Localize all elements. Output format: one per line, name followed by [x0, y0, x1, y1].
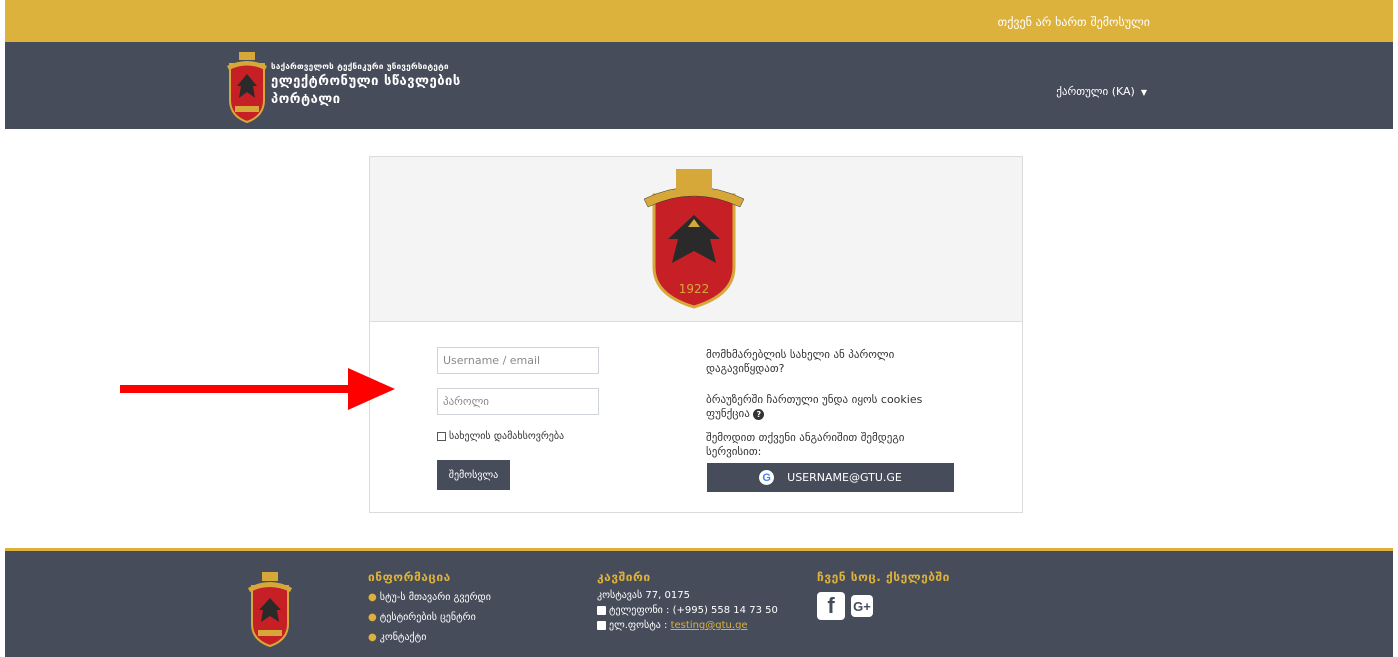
gtu-logo-icon[interactable] [227, 50, 267, 124]
remember-label: სახელის დამახსოვრება [449, 431, 565, 442]
footer-link-gtu-home[interactable]: ● სტუ-ს მთავარი გვერდი [368, 588, 491, 608]
language-selector[interactable]: ქართული (KA) ▼ [1056, 85, 1147, 98]
site-header: საქართველოს ტექნიკური უნივერსიტეტი ელექტ… [5, 42, 1393, 129]
red-arrow-icon [120, 368, 395, 410]
portal-title-line2: პორტალი [271, 92, 341, 107]
login-status: თქვენ არ ხართ შემოსული [997, 15, 1150, 29]
footer-phone-text: ტელეფონი : (+995) 558 14 73 50 [609, 605, 778, 616]
bullet-icon: ● [368, 612, 377, 623]
footer-social-title: ჩვენ სოც. ქსელებში [817, 570, 950, 584]
google-icon: G [759, 470, 775, 485]
footer-info-column: ინფორმაცია ● სტუ-ს მთავარი გვერდი ● ტესტირ… [368, 570, 491, 648]
question-icon[interactable]: ? [753, 408, 765, 420]
footer-link-testing-center[interactable]: ● ტესტირების ცენტრი [368, 608, 491, 628]
footer-email: ელ.ფოსტა : testing@gtu.ge [597, 618, 778, 633]
bullet-icon: ● [368, 592, 377, 603]
cookies-text: ბრაუზერში ჩართული უნდა იყოს cookies ფუნქ… [706, 393, 923, 420]
footer-link-contact[interactable]: ● კონტაქტი [368, 628, 491, 648]
footer-email-link[interactable]: testing@gtu.ge [671, 620, 748, 631]
footer-link-label: სტუ-ს მთავარი გვერდი [379, 592, 491, 603]
facebook-icon[interactable]: f [817, 592, 845, 620]
site-footer: ინფორმაცია ● სტუ-ს მთავარი გვერდი ● ტესტირ… [5, 548, 1393, 657]
language-label: ქართული (KA) [1056, 85, 1135, 98]
username-input[interactable] [437, 347, 599, 374]
footer-link-label: კონტაქტი [379, 632, 427, 643]
footer-contact-title: კავშირი [597, 570, 651, 584]
social-links: f G+ [817, 592, 950, 620]
google-plus-icon[interactable]: G+ [851, 595, 873, 617]
oauth-button-label: USERNAME@GTU.GE [787, 471, 902, 484]
remember-checkbox[interactable] [437, 432, 446, 441]
password-input[interactable] [437, 388, 599, 415]
login-button[interactable]: შემოსვლა [437, 460, 510, 490]
footer-contact-column: კავშირი კოსტავას 77, 0175 ტელეფონი : (+9… [597, 570, 778, 633]
caret-down-icon: ▼ [1140, 88, 1147, 97]
footer-email-label: ელ.ფოსტა : [609, 620, 668, 631]
university-name: საქართველოს ტექნიკური უნივერსიტეტი [271, 62, 449, 71]
bullet-icon: ● [368, 632, 377, 643]
gtu-emblem-icon: 1922 [644, 169, 744, 309]
footer-link-label: ტესტირების ცენტრი [379, 612, 476, 623]
envelope-icon [597, 620, 606, 630]
footer-logo-icon [248, 572, 292, 648]
remember-username[interactable]: სახელის დამახსოვრება [437, 431, 564, 442]
cookies-notice: ბრაუზერში ჩართული უნდა იყოს cookies ფუნქ… [706, 393, 946, 421]
forgot-password-link[interactable]: მომხმარებლის სახელი ან პაროლი დაგავიწყდა… [706, 348, 946, 376]
login-card-header: 1922 [370, 157, 1022, 322]
top-bar: თქვენ არ ხართ შემოსული [5, 0, 1393, 42]
oauth-google-button[interactable]: G USERNAME@GTU.GE [707, 463, 954, 492]
footer-social-column: ჩვენ სოც. ქსელებში f G+ [817, 570, 950, 620]
portal-brand[interactable]: საქართველოს ტექნიკური უნივერსიტეტი ელექტ… [271, 62, 461, 107]
footer-address: კოსტავას 77, 0175 [597, 590, 690, 601]
portal-title-line1: ელექტრონული სწავლების [271, 74, 461, 89]
footer-info-title: ინფორმაცია [368, 570, 451, 584]
footer-phone: ტელეფონი : (+995) 558 14 73 50 [597, 603, 778, 618]
phone-icon [597, 605, 606, 615]
oauth-prompt: შემოდით თქვენი ანგარიშით შემდეგი სერვისი… [706, 431, 905, 458]
emblem-year: 1922 [679, 282, 710, 296]
